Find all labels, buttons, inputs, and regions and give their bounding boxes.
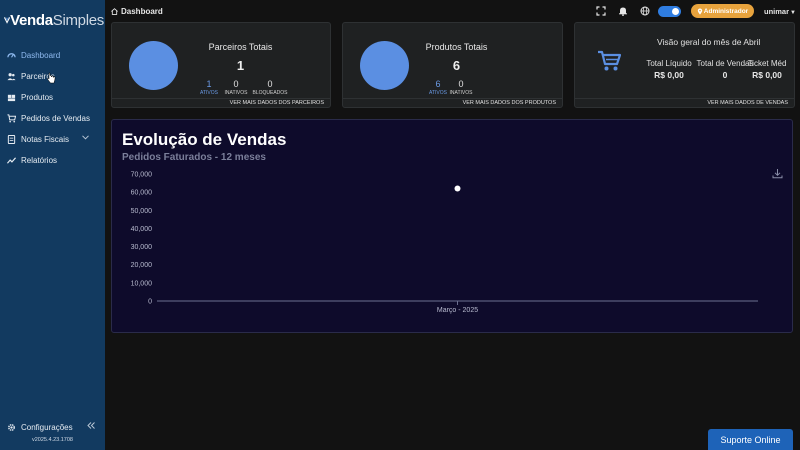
card-total: 1 (236, 58, 245, 73)
stat-label: INATIVOS (449, 90, 473, 96)
users-icon (7, 72, 16, 81)
sidebar-item-notas-fiscais[interactable]: Notas Fiscais (0, 129, 105, 150)
card-produtos: Produtos Totais 6 6 ATIVOS 0 INATIVOS VE… (342, 22, 563, 108)
metric-label: Total Líquido (646, 59, 692, 68)
stat-value: 0 (233, 79, 239, 89)
chevron-down-icon: ▼ (790, 10, 796, 16)
stat-label: ATIVOS (200, 90, 218, 96)
metric-label: Total de Vendas (696, 59, 754, 68)
sidebar-item-label: Notas Fiscais (21, 135, 70, 144)
chart-panel: 0 10,000 20,000 30,000 40,000 50,000 60,000 70,… (111, 119, 793, 333)
y-tick-label: 40,000 (131, 226, 153, 233)
globe-icon[interactable] (640, 6, 650, 16)
download-icon[interactable] (772, 168, 783, 179)
config-label: Configurações (21, 422, 73, 432)
stat-value: 0 (458, 79, 464, 89)
suporte-online-button[interactable]: Suporte Online (708, 429, 793, 450)
sidebar-item-configuracoes[interactable]: Configurações (7, 420, 99, 434)
stat-ativos: 1 ATIVOS (200, 79, 218, 96)
stat-inativos: 0 INATIVOS (224, 79, 248, 96)
y-tick-label: 20,000 (131, 262, 153, 269)
y-tick-label: 10,000 (131, 280, 153, 287)
sidebar: Venda Simples Dashboard Parceiros Produto… (0, 0, 105, 450)
card-title: Visão geral do mês de Abril (657, 37, 761, 47)
metric-value: R$ 0,00 (654, 70, 684, 80)
x-tick-label: Março - 2025 (437, 307, 478, 314)
app-version: v2025.4.23.1708 (32, 437, 73, 443)
y-tick-label: 50,000 (131, 208, 153, 215)
brand-logo[interactable]: Venda Simples (4, 9, 104, 31)
breadcrumb: Dashboard (111, 7, 163, 16)
produtos-donut-chart (360, 41, 409, 90)
mouse-cursor-icon (47, 72, 56, 84)
home-icon (111, 8, 118, 15)
metric-value: R$ 0,00 (752, 70, 782, 80)
stat-bloqueados: 0 BLOQUEADOS (252, 79, 288, 96)
sidebar-item-produtos[interactable]: Produtos (0, 87, 105, 108)
ver-mais-vendas-link[interactable]: VER MAIS DADOS DE VENDAS (575, 98, 794, 107)
ver-mais-produtos-link[interactable]: VER MAIS DADOS DOS PRODUTOS (343, 98, 562, 107)
brand-name-light: Simples (52, 11, 105, 29)
sidebar-item-parceiros[interactable]: Parceiros (0, 66, 105, 87)
admin-badge[interactable]: Administrador (691, 4, 754, 18)
ticket-medio: Ticket Méd R$ 0,00 (747, 59, 787, 80)
chart-title: Evolução de Vendas (122, 130, 287, 149)
chart-subtitle: Pedidos Faturados - 12 meses (122, 152, 266, 163)
sidebar-item-label: Produtos (21, 93, 54, 102)
fullscreen-icon[interactable] (596, 6, 606, 16)
card-title: Produtos Totais (425, 42, 488, 52)
gear-icon (7, 423, 16, 432)
total-de-vendas: Total de Vendas 0 (695, 59, 755, 80)
metric-label: Ticket Méd (747, 59, 787, 68)
chevron-down-icon[interactable] (82, 135, 89, 142)
sidebar-item-pedidos[interactable]: Pedidos de Vendas (0, 108, 105, 129)
admin-label: Administrador (703, 7, 749, 15)
y-tick-label: 30,000 (131, 244, 153, 251)
data-point (454, 185, 461, 192)
sidebar-nav: Dashboard Parceiros Produtos Pedidos de … (0, 45, 105, 171)
user-menu[interactable]: unimar▼ (764, 7, 796, 16)
sidebar-item-label: Relatórios (21, 156, 58, 165)
total-liquido: Total Líquido R$ 0,00 (645, 59, 693, 80)
bell-icon[interactable] (618, 6, 628, 16)
stat-label: ATIVOS (429, 90, 447, 96)
stat-ativos: 6 ATIVOS (429, 79, 447, 96)
y-tick-label: 60,000 (131, 190, 153, 197)
dashboard-icon (7, 51, 16, 60)
card-title: Parceiros Totais (208, 42, 273, 52)
y-tick-label: 70,000 (131, 172, 153, 179)
sidebar-item-label: Dashboard (21, 51, 61, 60)
card-parceiros: Parceiros Totais 1 1 ATIVOS 0 INATIVOS 0… (111, 22, 331, 108)
sidebar-item-dashboard[interactable]: Dashboard (0, 45, 105, 66)
card-total: 6 (452, 58, 461, 73)
theme-toggle[interactable] (658, 6, 681, 17)
parceiros-donut-chart (129, 41, 178, 90)
stat-label: BLOQUEADOS (252, 90, 288, 96)
collapse-sidebar-icon[interactable] (87, 421, 95, 431)
breadcrumb-label: Dashboard (121, 7, 163, 16)
cart-icon (7, 114, 16, 123)
sidebar-item-label: Pedidos de Vendas (21, 114, 90, 123)
sidebar-item-relatorios[interactable]: Relatórios (0, 150, 105, 171)
toggle-knob (672, 8, 679, 15)
metric-value: 0 (722, 70, 728, 80)
user-name: unimar (764, 7, 790, 16)
stat-inativos: 0 INATIVOS (449, 79, 473, 96)
stat-value: 0 (267, 79, 273, 89)
location-pin-icon (697, 7, 702, 15)
receipt-icon (7, 135, 16, 144)
chart-icon (7, 156, 16, 165)
y-tick-label: 0 (148, 299, 152, 306)
card-visao-geral-mes: Visão geral do mês de Abril Total Líquid… (574, 22, 795, 108)
stat-value: 6 (435, 79, 441, 89)
brand-name-bold: Venda (10, 11, 53, 29)
box-icon (7, 93, 16, 102)
topbar: Dashboard Administrador unimar▼ (105, 0, 800, 24)
stat-value: 1 (206, 79, 212, 89)
ver-mais-parceiros-link[interactable]: VER MAIS DADOS DOS PARCEIROS (112, 98, 330, 107)
stat-label: INATIVOS (224, 90, 248, 96)
shopping-cart-icon (598, 50, 621, 71)
